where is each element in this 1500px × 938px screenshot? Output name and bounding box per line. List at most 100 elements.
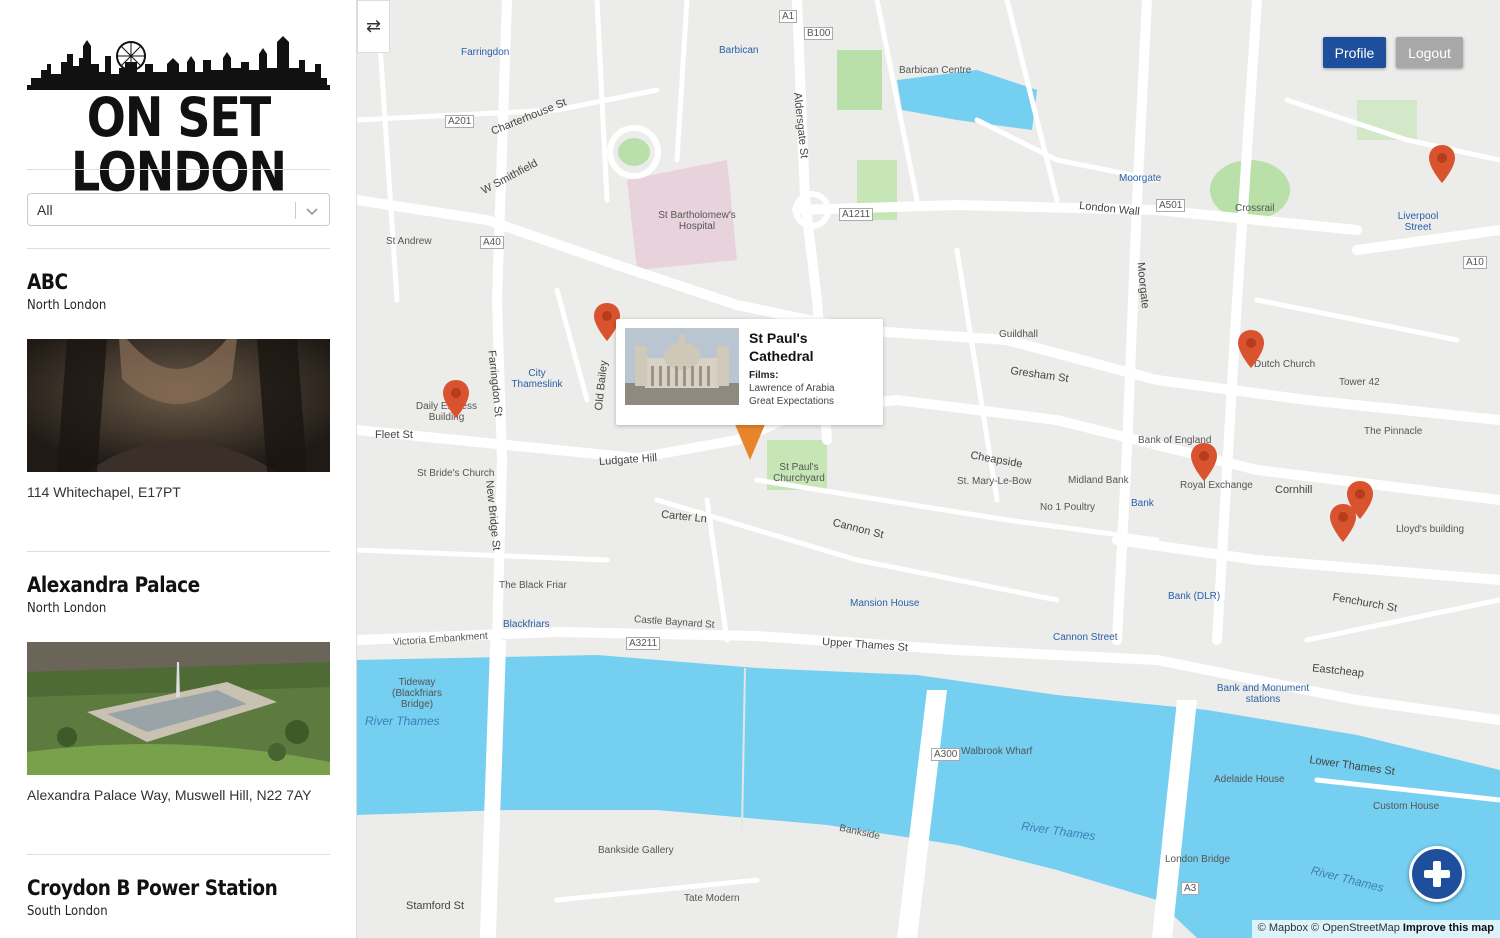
road-shield: A3 — [1181, 882, 1200, 895]
location-photo[interactable] — [27, 339, 330, 472]
map-label-st-brides-church: St Bride's Church — [417, 468, 495, 479]
map-label-bank-dlr: Bank (DLR) — [1168, 591, 1221, 602]
location-name: ABC — [27, 270, 68, 294]
map-label-guildhall: Guildhall — [999, 329, 1038, 340]
location-popup[interactable]: St Paul's Cathedral Films: Lawrence of A… — [616, 319, 883, 425]
map-attribution: © Mapbox © OpenStreetMap Improve this ma… — [1251, 920, 1500, 938]
map-label-city-thameslink: City Thameslink — [511, 368, 563, 390]
divider — [27, 169, 330, 170]
map-label-bank-and-monument: Bank and Monument stations — [1216, 683, 1310, 705]
map-label-barbican: Barbican — [719, 45, 759, 56]
swap-arrows-icon: ⇄ — [365, 16, 382, 36]
map-pin-dutch-church[interactable] — [1238, 330, 1264, 370]
map-pin-daily-express-building[interactable] — [443, 380, 469, 420]
map-label-cannon-street: Cannon Street — [1053, 632, 1118, 643]
location-card-alexandra-palace[interactable]: Alexandra Palace North London Alexandra … — [27, 573, 330, 803]
filter-selected-value: All — [37, 202, 53, 218]
map-label-tower-42: Tower 42 — [1339, 377, 1380, 388]
map-label-adelaide-house: Adelaide House — [1214, 774, 1285, 785]
logout-button[interactable]: Logout — [1396, 37, 1463, 68]
map-label-fleet-st: Fleet St — [375, 429, 413, 441]
map-label-bankside-gallery: Bankside Gallery — [598, 845, 674, 856]
map-label-stamford-st: Stamford St — [406, 900, 465, 912]
category-filter-select[interactable]: All — [27, 193, 330, 226]
road-shield: A1211 — [839, 208, 874, 221]
mapbox-attribution-link[interactable]: © Mapbox — [1258, 922, 1308, 934]
map-label-st-mary-le-bow: St. Mary-Le-Bow — [957, 476, 1032, 487]
map-label-blackfriars: Blackfriars — [503, 619, 550, 630]
map-label-the-pinnacle: The Pinnacle — [1364, 426, 1423, 437]
logo-text: ON SET LONDON — [70, 85, 287, 204]
map-pin-lloyds[interactable] — [1330, 504, 1356, 544]
map-label-tideway: Tideway (Blackfriars Bridge) — [391, 677, 442, 710]
location-address: 114 Whitechapel, E17PT — [27, 484, 181, 500]
popup-film-item: Lawrence of Arabia — [749, 383, 835, 394]
map-pin-icon — [443, 380, 469, 418]
road-shield: A1 — [779, 10, 798, 23]
chevron-down-icon[interactable] — [305, 204, 319, 218]
map-label-st-bartholomews-hospital: St Bartholomew's Hospital — [658, 210, 736, 232]
divider — [27, 854, 330, 855]
road-shield: B100 — [804, 27, 834, 40]
divider — [27, 551, 330, 552]
map-label-st-pauls-churchyard: St Paul's Churchyard — [773, 462, 825, 484]
divider — [27, 248, 330, 249]
map-label-st-andrew: St Andrew — [386, 236, 432, 247]
map-label-the-black-friar: The Black Friar — [499, 580, 567, 591]
improve-map-link[interactable]: Improve this map — [1403, 922, 1494, 934]
location-name: Alexandra Palace — [27, 573, 200, 597]
map-label-bank: Bank — [1131, 498, 1154, 509]
add-location-button[interactable] — [1409, 846, 1465, 902]
toggle-sidebar-button[interactable]: ⇄ — [357, 0, 390, 53]
map-canvas[interactable]: Farringdon Barbican Moorgate Liverpool S… — [357, 0, 1500, 938]
map-label-liverpool-street: Liverpool Street — [1397, 211, 1439, 233]
map-label-london-bridge: London Bridge — [1165, 854, 1231, 865]
map-pin-icon — [734, 422, 766, 460]
road-shield: A501 — [1156, 199, 1186, 212]
map-pin-royal-exchange[interactable] — [1191, 443, 1217, 483]
map-label-moorgate: Moorgate — [1119, 173, 1162, 184]
app: ON SET LONDON All ABC North London 114 W… — [0, 0, 1500, 938]
popup-photo[interactable] — [625, 328, 739, 405]
map-label-walbrook-wharf: Walbrook Wharf — [961, 746, 1033, 757]
filter-separator — [295, 202, 296, 219]
osm-attribution-link[interactable]: © OpenStreetMap — [1311, 922, 1400, 934]
map-pin-st-pauls-cathedral-active[interactable] — [734, 422, 766, 462]
map-label-lloyds-building: Lloyd's building — [1396, 524, 1465, 535]
road-shield: A201 — [445, 115, 475, 128]
map-label-barbican-centre: Barbican Centre — [899, 65, 972, 76]
map-label-no-1-poultry: No 1 Poultry — [1040, 502, 1096, 513]
map-label-river-thames: River Thames — [365, 714, 440, 728]
road-shield: A3211 — [626, 637, 661, 650]
map-label-farringdon: Farringdon — [461, 47, 510, 58]
map-label-cornhill: Cornhill — [1275, 484, 1313, 496]
popup-title: St Paul's Cathedral — [749, 330, 814, 364]
location-card-abc[interactable]: ABC North London 114 Whitechapel, E17PT — [27, 270, 330, 500]
location-photo[interactable] — [27, 642, 330, 775]
road-shield: A300 — [931, 748, 961, 761]
sidebar: ON SET LONDON All ABC North London 114 W… — [0, 0, 357, 938]
location-region: North London — [27, 298, 107, 313]
location-card-croydon-b-power-station[interactable]: Croydon B Power Station South London — [27, 876, 330, 919]
map-label-midland-bank: Midland Bank — [1068, 475, 1129, 486]
map-label-tate-modern: Tate Modern — [684, 893, 740, 904]
location-name: Croydon B Power Station — [27, 876, 278, 900]
map-label-custom-house: Custom House — [1373, 801, 1440, 812]
plus-icon — [1424, 861, 1450, 887]
map-label-mansion-house: Mansion House — [850, 598, 920, 609]
map-label-crossrail: Crossrail — [1235, 203, 1275, 214]
logo[interactable]: ON SET LONDON — [27, 34, 330, 199]
profile-button[interactable]: Profile — [1323, 37, 1386, 68]
location-region: South London — [27, 904, 108, 919]
popup-film-item: Great Expectations — [749, 396, 835, 407]
map-pin-liverpool-street[interactable] — [1429, 145, 1455, 185]
map-base — [357, 0, 1500, 938]
popup-films-label: Films: — [749, 370, 779, 381]
location-address: Alexandra Palace Way, Muswell Hill, N22 … — [27, 787, 312, 803]
road-shield: A40 — [480, 236, 504, 249]
map-pin-icon — [1429, 145, 1455, 183]
map-pin-icon — [1330, 504, 1356, 542]
road-shield: A10 — [1463, 256, 1487, 269]
map-pin-icon — [1238, 330, 1264, 368]
map-pin-icon — [1191, 443, 1217, 481]
